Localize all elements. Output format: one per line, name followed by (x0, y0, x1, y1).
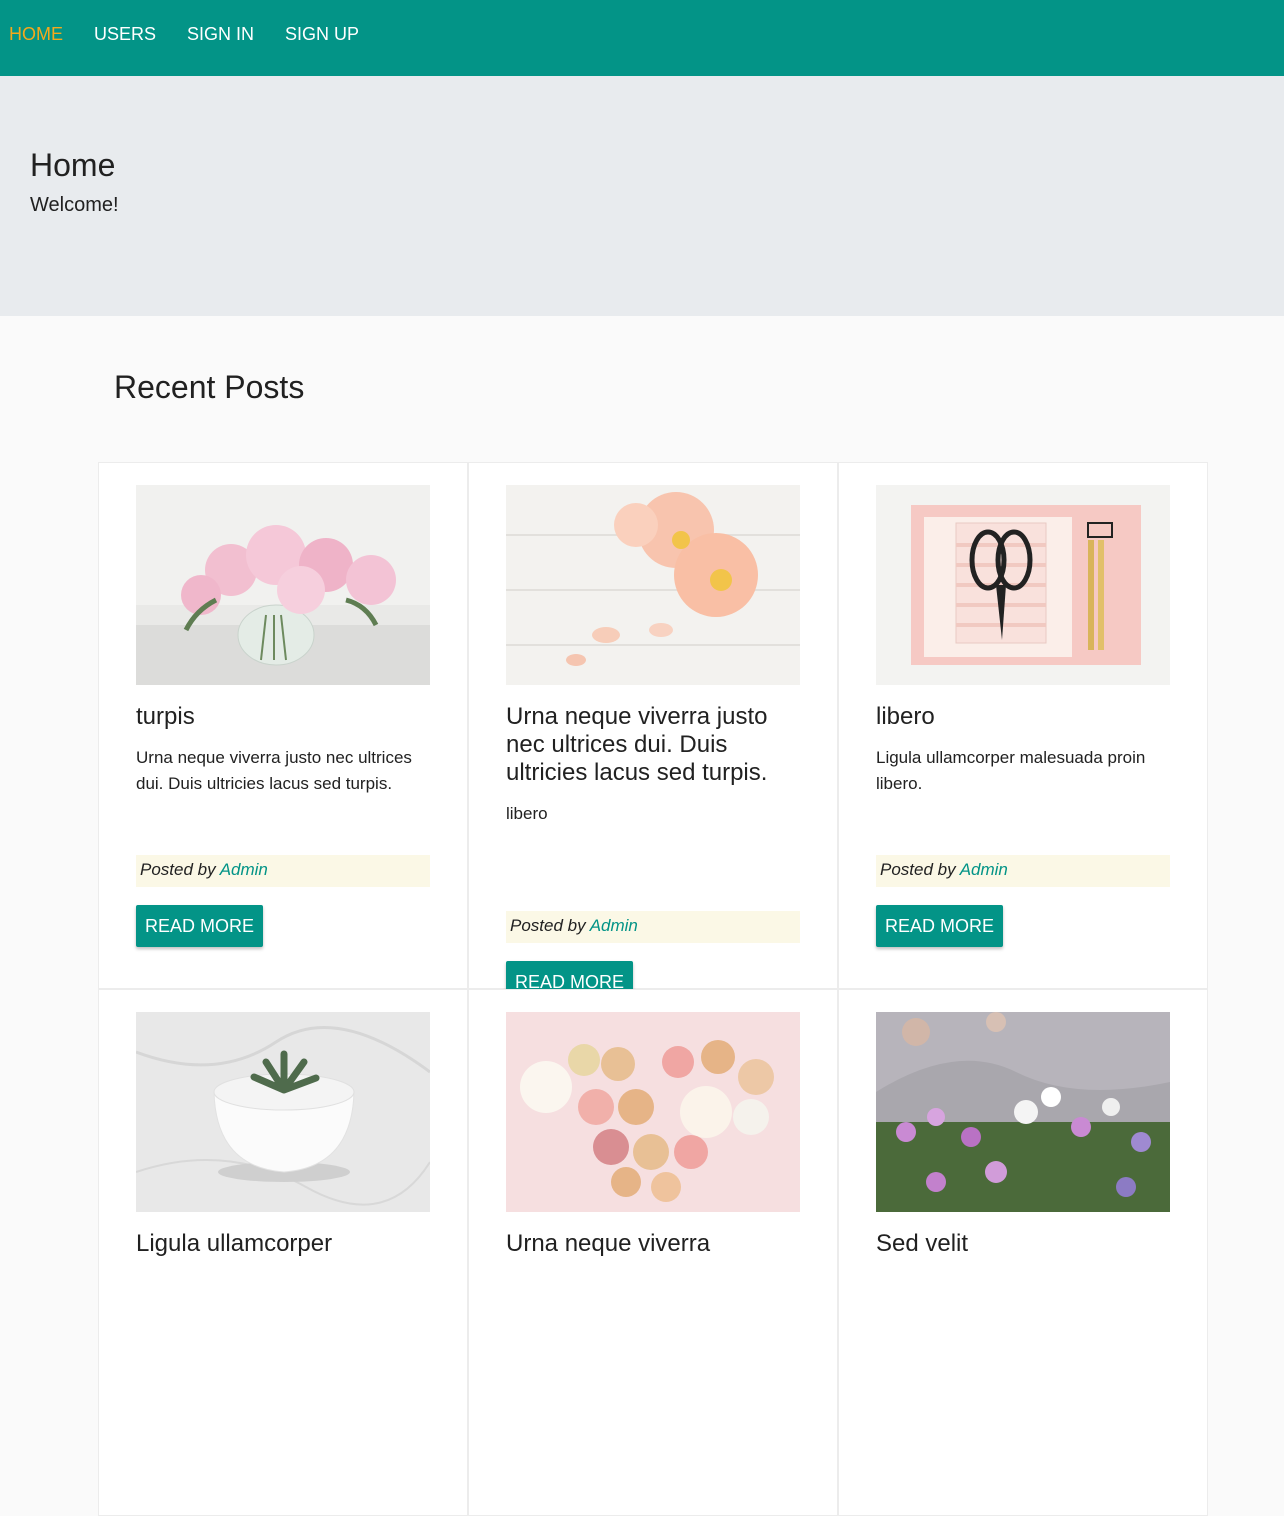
post-excerpt: libero (506, 804, 548, 823)
nav-users-link[interactable]: USERS (94, 0, 156, 45)
navbar: HOME USERS SIGN IN SIGN UP (0, 0, 1284, 76)
post-card: libero Ligula ullamcorper malesuada proi… (838, 462, 1208, 989)
post-excerpt: Urna neque viverra justo nec ultrices du… (136, 748, 412, 793)
posted-by-label: Posted by (510, 916, 590, 935)
posts-grid: turpis Urna neque viverra justo nec ultr… (98, 462, 1208, 1516)
post-title[interactable]: Ligula ullamcorper (136, 1230, 430, 1258)
post-card: Sed velit (838, 989, 1208, 1516)
post-card: turpis Urna neque viverra justo nec ultr… (98, 462, 468, 989)
post-author-link[interactable]: Admin (960, 860, 1008, 879)
read-more-button[interactable]: READ MORE (136, 905, 264, 947)
post-image-succulent[interactable] (136, 1012, 430, 1212)
post-image-peach-flower[interactable] (506, 485, 800, 685)
recent-posts-heading: Recent Posts (114, 369, 305, 405)
page-title: Home (30, 147, 116, 183)
post-meta: Posted by Admin (876, 855, 1170, 887)
welcome-text: Welcome! (30, 194, 119, 216)
hero-banner: Home Welcome! (0, 76, 1284, 316)
post-card: Urna neque viverra justo nec ultrices du… (468, 462, 838, 1003)
post-card: Ligula ullamcorper (98, 989, 468, 1516)
post-card: Urna neque viverra (468, 989, 838, 1516)
post-title[interactable]: Sed velit (876, 1230, 1170, 1258)
post-title[interactable]: libero (876, 703, 1170, 731)
nav-sign-in-link[interactable]: SIGN IN (187, 0, 254, 45)
post-title[interactable]: Urna neque viverra (506, 1230, 800, 1258)
post-image-macarons[interactable] (506, 1012, 800, 1212)
post-image-peonies[interactable] (136, 485, 430, 685)
nav-sign-up-link[interactable]: SIGN UP (285, 0, 359, 45)
post-image-pink-tray[interactable] (876, 485, 1170, 685)
post-title[interactable]: Urna neque viverra justo nec ultrices du… (506, 703, 800, 787)
posted-by-label: Posted by (880, 860, 960, 879)
post-author-link[interactable]: Admin (220, 860, 268, 879)
posted-by-label: Posted by (140, 860, 220, 879)
post-meta: Posted by Admin (136, 855, 430, 887)
post-image-flower-wall[interactable] (876, 1012, 1170, 1212)
post-title[interactable]: turpis (136, 703, 430, 731)
post-author-link[interactable]: Admin (590, 916, 638, 935)
read-more-button[interactable]: READ MORE (876, 905, 1004, 947)
nav-home-link[interactable]: HOME (9, 0, 63, 45)
post-meta: Posted by Admin (506, 911, 800, 943)
post-excerpt: Ligula ullamcorper malesuada proin liber… (876, 748, 1146, 793)
